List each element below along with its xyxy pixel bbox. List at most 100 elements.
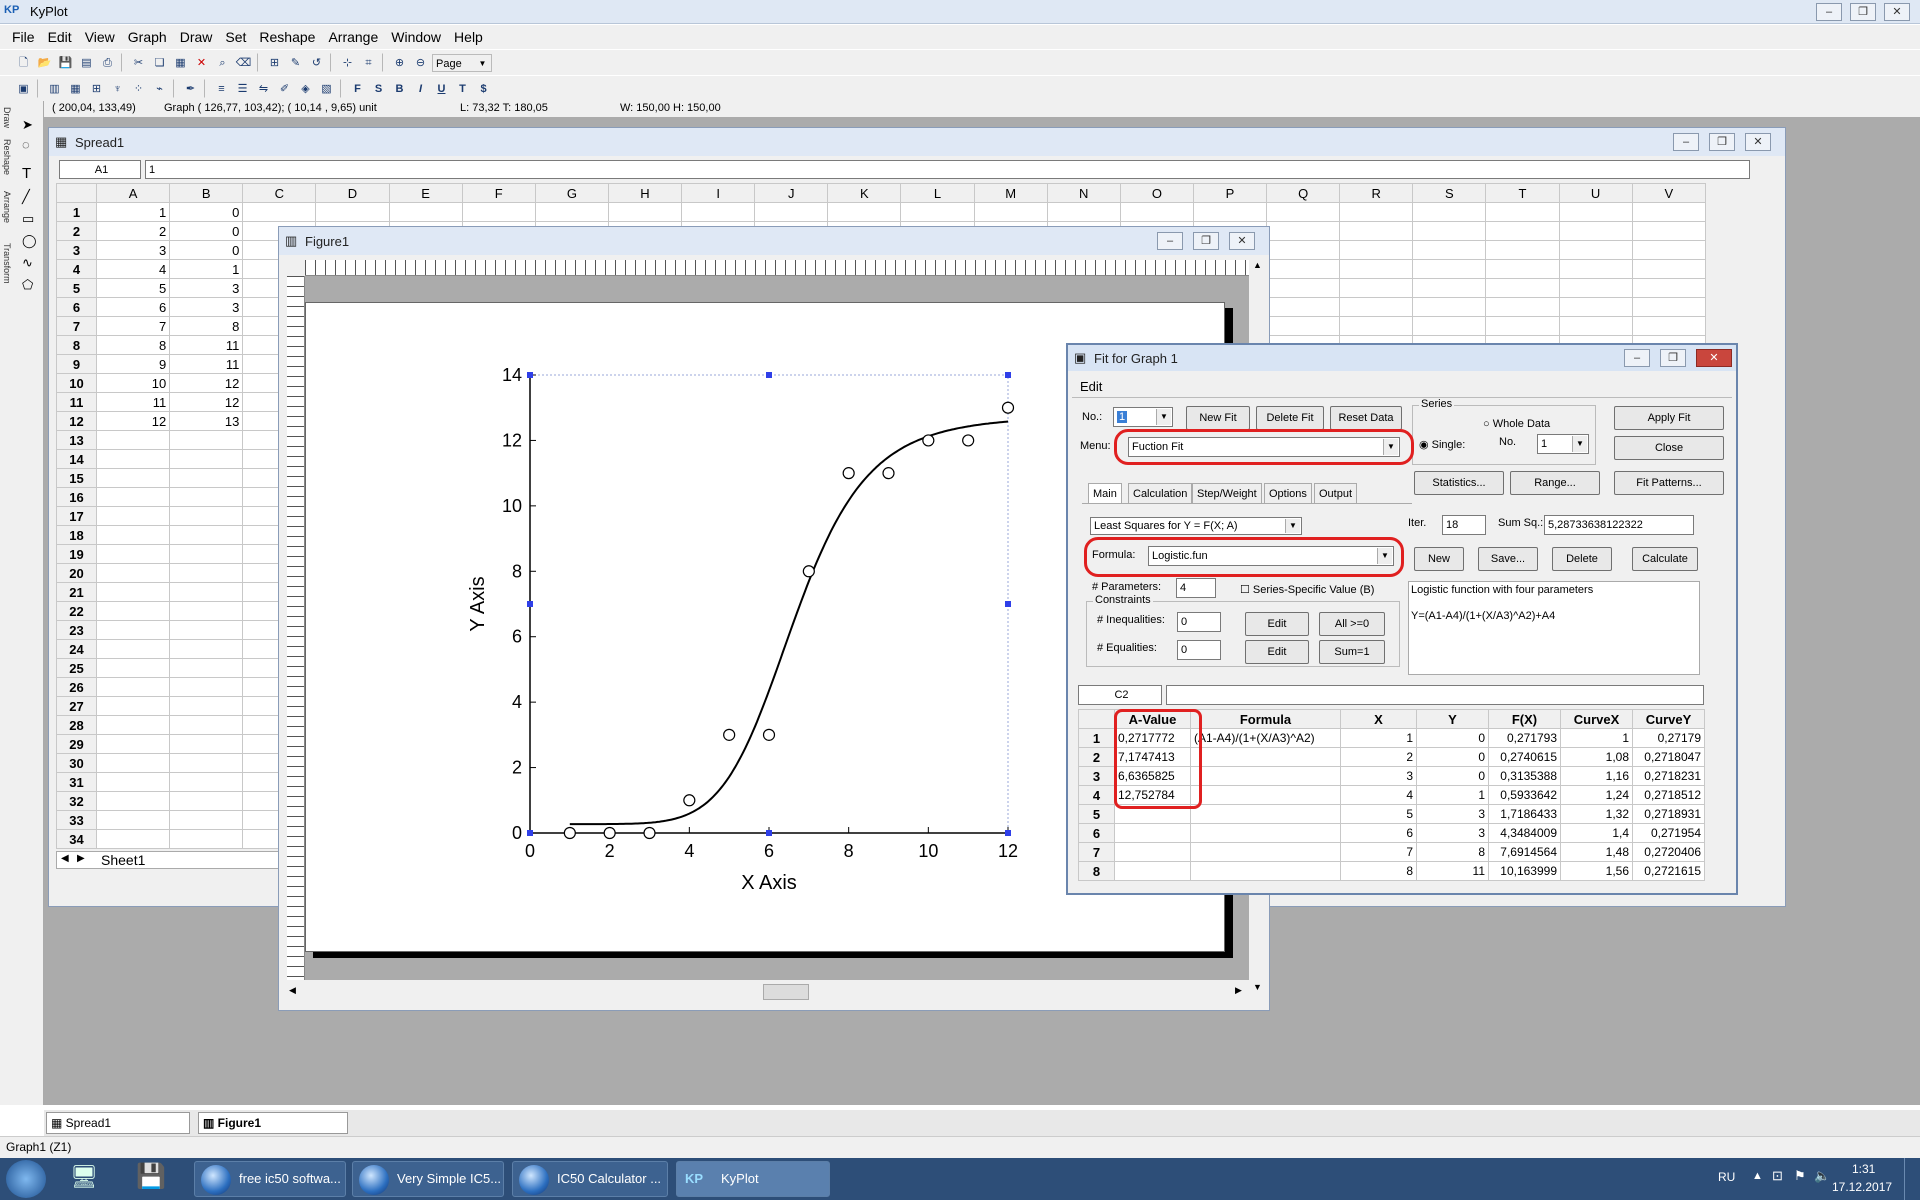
- spread-cell[interactable]: 0: [169, 221, 244, 241]
- fit-row-header[interactable]: 1: [1078, 728, 1115, 748]
- paste-icon[interactable]: ▦: [171, 53, 190, 72]
- menu-help[interactable]: Help: [454, 29, 483, 45]
- tab-options[interactable]: Options: [1264, 483, 1312, 503]
- figure-restore-button[interactable]: ❐: [1193, 232, 1219, 250]
- copy-icon[interactable]: ❏: [150, 53, 169, 72]
- spread-cell[interactable]: [1412, 221, 1487, 241]
- row-header[interactable]: 18: [55, 525, 98, 545]
- fit-row-header[interactable]: 5: [1078, 804, 1115, 824]
- spread-cell[interactable]: [1339, 259, 1414, 279]
- column-header[interactable]: K: [827, 183, 902, 203]
- single-radio[interactable]: ◉ Single:: [1419, 438, 1465, 451]
- spread-cell[interactable]: [1339, 240, 1414, 260]
- sheet-tab[interactable]: Sheet1: [101, 852, 145, 868]
- row-header[interactable]: 4: [55, 259, 98, 279]
- fit-row-header[interactable]: 3: [1078, 766, 1115, 786]
- row-header[interactable]: 32: [55, 791, 98, 811]
- spread-cell[interactable]: [96, 468, 171, 488]
- fit-minimize-button[interactable]: –: [1624, 349, 1650, 367]
- tab-calculation[interactable]: Calculation: [1128, 483, 1193, 503]
- spread-cell[interactable]: [1485, 202, 1560, 222]
- row-header[interactable]: 31: [55, 772, 98, 792]
- tray-arrow-icon[interactable]: ▲: [1752, 1170, 1763, 1182]
- fit-row-header[interactable]: 6: [1078, 823, 1115, 843]
- row-header[interactable]: 24: [55, 639, 98, 659]
- bold-icon[interactable]: B: [390, 79, 409, 98]
- spread-cell[interactable]: [169, 601, 244, 621]
- scatter-icon[interactable]: ⁘: [129, 79, 148, 98]
- fit-cell[interactable]: 0,271793: [1488, 728, 1561, 748]
- spread-cell[interactable]: 12: [169, 373, 244, 393]
- spread-cell[interactable]: [96, 810, 171, 830]
- inequalities-spinner[interactable]: 0: [1177, 612, 1221, 632]
- fit-cell[interactable]: 3: [1416, 804, 1489, 824]
- scroll-down-icon[interactable]: ▼: [1253, 982, 1262, 992]
- new-icon[interactable]: 🗋: [14, 53, 33, 72]
- fit-cell[interactable]: [1190, 842, 1341, 862]
- menu-edit[interactable]: Edit: [48, 29, 72, 45]
- delete-formula-button[interactable]: Delete: [1552, 547, 1612, 571]
- fit-cell[interactable]: 0,5933642: [1488, 785, 1561, 805]
- menu-view[interactable]: View: [85, 29, 115, 45]
- cut-icon[interactable]: ✂: [129, 53, 148, 72]
- spread-cell[interactable]: [169, 810, 244, 830]
- menu-graph[interactable]: Graph: [128, 29, 167, 45]
- row-header[interactable]: 20: [55, 563, 98, 583]
- spread-cell[interactable]: [900, 202, 975, 222]
- spread-cell[interactable]: [754, 202, 829, 222]
- volume-icon[interactable]: 🔈: [1814, 1168, 1830, 1184]
- edit-inequalities-button[interactable]: Edit: [1245, 612, 1309, 636]
- spread-cell[interactable]: [1266, 297, 1341, 317]
- fit-cell[interactable]: (A1-A4)/(1+(X/A3)^A2): [1190, 728, 1341, 748]
- apply-fit-button[interactable]: Apply Fit: [1614, 406, 1724, 430]
- fit-cell[interactable]: 4,3484009: [1488, 823, 1561, 843]
- spread-cell[interactable]: [96, 715, 171, 735]
- spread-cell[interactable]: [1485, 278, 1560, 298]
- row-header[interactable]: 2: [55, 221, 98, 241]
- spread-cell[interactable]: [169, 734, 244, 754]
- delete-icon[interactable]: ✕: [192, 53, 211, 72]
- row-header[interactable]: 7: [55, 316, 98, 336]
- spread-cell[interactable]: [681, 202, 756, 222]
- column-header[interactable]: D: [315, 183, 390, 203]
- spread-cell[interactable]: [169, 525, 244, 545]
- row-header[interactable]: 30: [55, 753, 98, 773]
- column-header[interactable]: B: [169, 183, 244, 203]
- column-header[interactable]: U: [1558, 183, 1633, 203]
- column-header[interactable]: G: [534, 183, 609, 203]
- spread-cell[interactable]: 11: [96, 392, 171, 412]
- fit-cell[interactable]: 2: [1340, 747, 1417, 767]
- column-header[interactable]: I: [681, 183, 756, 203]
- taskbar-item-kyplot[interactable]: KP KyPlot: [676, 1161, 830, 1197]
- fit-cell[interactable]: 0: [1416, 747, 1489, 767]
- fit-cell[interactable]: 0,27179: [1632, 728, 1705, 748]
- spread-cell[interactable]: [96, 677, 171, 697]
- fit-cell[interactable]: 5: [1340, 804, 1417, 824]
- row-header[interactable]: 33: [55, 810, 98, 830]
- taskbar-item-browser-3[interactable]: IC50 Calculator ...: [512, 1161, 668, 1197]
- tab-main[interactable]: Main: [1088, 483, 1122, 503]
- language-indicator[interactable]: RU: [1718, 1170, 1735, 1184]
- computer-icon[interactable]: 🖥: [70, 1164, 110, 1194]
- pen-icon[interactable]: ✒: [181, 79, 200, 98]
- arrange-tab[interactable]: Arrange: [0, 191, 12, 223]
- spread-cell[interactable]: [96, 639, 171, 659]
- row-header[interactable]: 17: [55, 506, 98, 526]
- fit-cell[interactable]: 1,7186433: [1488, 804, 1561, 824]
- spread-cell[interactable]: [169, 677, 244, 697]
- sum-one-button[interactable]: Sum=1: [1319, 640, 1385, 664]
- spread-cell[interactable]: [1266, 221, 1341, 241]
- spread-cell[interactable]: [96, 449, 171, 469]
- spread-cell[interactable]: [1339, 278, 1414, 298]
- spread-cell[interactable]: [1485, 316, 1560, 336]
- snap-icon[interactable]: ⊹: [338, 53, 357, 72]
- spread-cell[interactable]: [607, 202, 683, 222]
- spread-cell[interactable]: 7: [96, 316, 171, 336]
- fit-column-header[interactable]: Y: [1416, 709, 1489, 729]
- spread-cell[interactable]: [1485, 259, 1560, 279]
- lasso-icon[interactable]: ◌: [22, 137, 30, 152]
- ellipse-tool-icon[interactable]: ◯: [22, 233, 37, 249]
- open-icon[interactable]: 📂: [35, 53, 54, 72]
- spread-cell[interactable]: 8: [169, 316, 244, 336]
- fit-no-select[interactable]: 1 ▼: [1113, 407, 1173, 427]
